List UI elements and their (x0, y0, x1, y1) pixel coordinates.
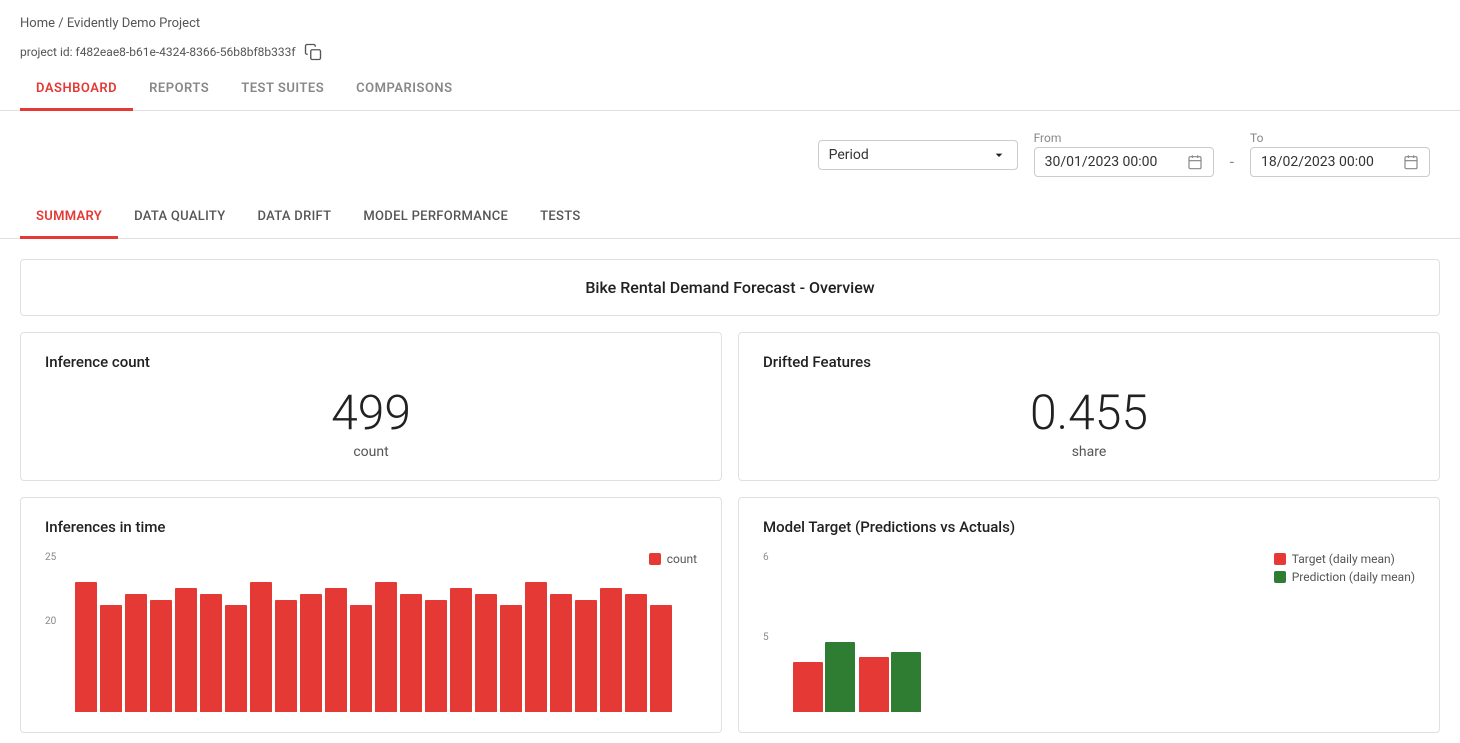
bar (300, 594, 322, 712)
overview-card: Bike Rental Demand Forecast - Overview (20, 259, 1440, 316)
bar-group (859, 652, 921, 712)
inference-count-title: Inference count (45, 353, 697, 371)
bar (75, 582, 97, 712)
breadcrumb: Home / Evidently Demo Project (0, 0, 1460, 39)
bar (600, 588, 622, 712)
model-target-title: Model Target (Predictions vs Actuals) (763, 518, 1415, 536)
bar (525, 582, 547, 712)
legend-dot-count (649, 553, 661, 565)
to-label: To (1250, 131, 1430, 145)
bar (250, 582, 272, 712)
bar (275, 600, 297, 712)
drifted-features-card: Drifted Features 0.455 share (738, 332, 1440, 481)
bar (150, 600, 172, 712)
overview-title: Bike Rental Demand Forecast - Overview (585, 278, 874, 297)
sub-tabs: SUMMARY DATA QUALITY DATA DRIFT MODEL PE… (0, 197, 1460, 239)
nav-tabs: DASHBOARD REPORTS TEST SUITES COMPARISON… (0, 69, 1460, 111)
drifted-features-title: Drifted Features (763, 353, 1415, 371)
period-filter-group: Period (818, 138, 1018, 170)
copy-icon[interactable] (304, 43, 322, 61)
bar (200, 594, 222, 712)
bar-chart-inferences (45, 552, 697, 712)
bar (450, 588, 472, 712)
y-label-6: 6 (763, 552, 769, 563)
bar (350, 605, 372, 711)
from-label: From (1034, 131, 1214, 145)
bar (575, 600, 597, 712)
inferences-in-time-title: Inferences in time (45, 518, 697, 536)
to-filter-group: To 18/02/2023 00:00 (1250, 131, 1430, 177)
legend-dot-prediction (1274, 571, 1286, 583)
bar (500, 605, 522, 711)
inferences-in-time-card: Inferences in time 25 20 count (20, 497, 722, 733)
legend-label-count: count (667, 552, 697, 566)
breadcrumb-home[interactable]: Home (20, 16, 55, 31)
calendar-icon-to (1403, 154, 1419, 170)
bar (550, 594, 572, 712)
breadcrumb-project[interactable]: Evidently Demo Project (67, 16, 200, 31)
sub-tab-data-quality[interactable]: DATA QUALITY (118, 197, 241, 239)
bar (425, 600, 447, 712)
target-bar (859, 657, 889, 712)
date-range-dash: - (1230, 152, 1234, 177)
sub-tab-data-drift[interactable]: DATA DRIFT (241, 197, 347, 239)
project-id-row: project id: f482eae8-b61e-4324-8366-56b8… (0, 39, 1460, 61)
bar (125, 594, 147, 712)
bar (100, 605, 122, 711)
y-label-25: 25 (45, 552, 56, 563)
model-target-chart-area: 6 5 Target (daily mean) Prediction (dail… (763, 552, 1415, 712)
inferences-legend: count (649, 552, 697, 566)
bar (225, 605, 247, 711)
sub-tab-summary[interactable]: SUMMARY (20, 197, 118, 239)
bar (400, 594, 422, 712)
inference-count-unit: count (45, 444, 697, 460)
to-date-value: 18/02/2023 00:00 (1261, 154, 1397, 170)
bar-group (793, 642, 855, 712)
calendar-icon-from (1187, 154, 1203, 170)
nav-tab-comparisons[interactable]: COMPARISONS (340, 69, 468, 111)
legend-label-prediction: Prediction (daily mean) (1292, 570, 1415, 584)
period-select[interactable]: Period (818, 140, 1018, 170)
legend-label-target: Target (daily mean) (1292, 552, 1395, 566)
model-target-legend: Target (daily mean) Prediction (daily me… (1274, 552, 1415, 584)
sub-tab-tests[interactable]: TESTS (524, 197, 596, 239)
legend-target-row: Target (daily mean) (1274, 552, 1395, 566)
bar (625, 594, 647, 712)
metrics-row: Inference count 499 count Drifted Featur… (20, 332, 1440, 481)
period-value: Period (829, 147, 991, 163)
legend-prediction-row: Prediction (daily mean) (1274, 570, 1415, 584)
model-target-card: Model Target (Predictions vs Actuals) 6 … (738, 497, 1440, 733)
bar (325, 588, 347, 712)
project-id-label: project id: f482eae8-b61e-4324-8366-56b8… (20, 45, 296, 59)
target-bar (793, 662, 823, 712)
y-label-5: 5 (763, 632, 769, 643)
bar (650, 605, 672, 711)
bar (175, 588, 197, 712)
inferences-chart-area: 25 20 count (45, 552, 697, 712)
bar (475, 594, 497, 712)
main-content: Bike Rental Demand Forecast - Overview I… (0, 239, 1460, 733)
to-date-picker[interactable]: 18/02/2023 00:00 (1250, 147, 1430, 177)
prediction-bar (891, 652, 921, 712)
drifted-features-unit: share (763, 444, 1415, 460)
from-date-value: 30/01/2023 00:00 (1045, 154, 1181, 170)
y-label-20: 20 (45, 616, 56, 627)
from-date-picker[interactable]: 30/01/2023 00:00 (1034, 147, 1214, 177)
from-filter-group: From 30/01/2023 00:00 (1034, 131, 1214, 177)
chart-row: Inferences in time 25 20 count Model Tar… (20, 497, 1440, 733)
nav-tab-reports[interactable]: REPORTS (133, 69, 225, 111)
nav-tab-dashboard[interactable]: DASHBOARD (20, 69, 133, 111)
chevron-down-icon (991, 147, 1007, 163)
bar (375, 582, 397, 712)
drifted-features-value: 0.455 (763, 387, 1415, 440)
prediction-bar (825, 642, 855, 712)
inference-count-card: Inference count 499 count (20, 332, 722, 481)
inference-count-value: 499 (45, 387, 697, 440)
nav-tab-test-suites[interactable]: TEST SUITES (225, 69, 340, 111)
sub-tab-model-performance[interactable]: MODEL PERFORMANCE (347, 197, 524, 239)
breadcrumb-separator: / (58, 16, 63, 31)
filter-bar: Period From 30/01/2023 00:00 - To 18/02/… (0, 111, 1460, 187)
legend-dot-target (1274, 553, 1286, 565)
